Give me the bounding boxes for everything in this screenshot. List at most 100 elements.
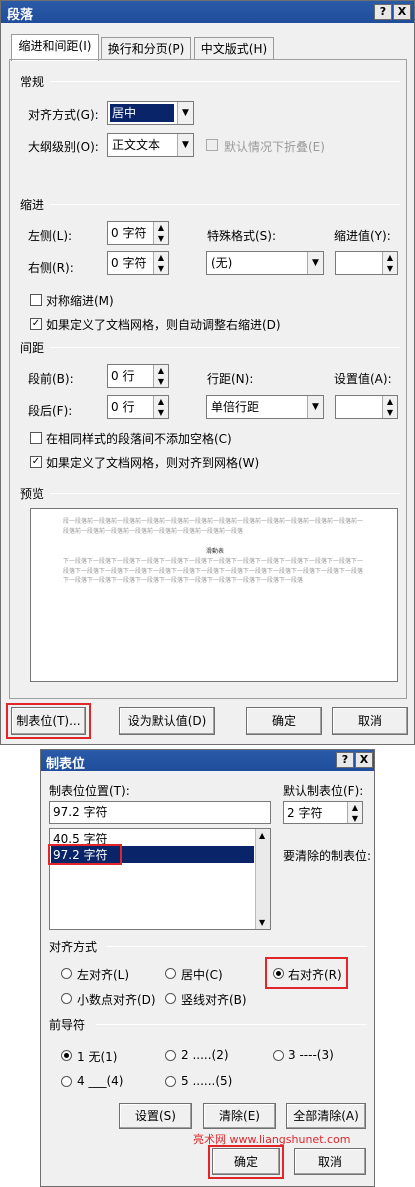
spin-up-icon[interactable]: ▲: [383, 252, 397, 263]
spin-down-icon[interactable]: ▼: [154, 407, 168, 418]
tabs-title: 制表位: [46, 757, 86, 772]
help-button[interactable]: ?: [374, 4, 392, 20]
leader-4-radio[interactable]: [61, 1076, 72, 1087]
section-general: 常规: [20, 75, 45, 89]
list-scrollbar[interactable]: ▲ ▼: [255, 829, 270, 929]
chevron-down-icon[interactable]: ▼: [177, 102, 193, 124]
section-indent: 缩进: [20, 198, 45, 212]
tab-asian-typography[interactable]: 中文版式(H): [194, 37, 274, 59]
set-button[interactable]: 设置(S): [119, 1103, 192, 1129]
spin-down-icon[interactable]: ▼: [383, 263, 397, 274]
spin-buttons[interactable]: ▲ ▼: [347, 802, 362, 823]
chevron-down-icon[interactable]: ▼: [307, 396, 323, 418]
leader-3-radio[interactable]: [273, 1050, 284, 1061]
chevron-down-icon[interactable]: ▼: [177, 134, 193, 156]
spacing-after-spinner[interactable]: 0 行 ▲ ▼: [107, 395, 169, 419]
outline-level-value: 正文文本: [112, 138, 161, 152]
spin-down-icon[interactable]: ▼: [348, 813, 362, 824]
align-right-label: 右对齐(R): [288, 968, 342, 982]
mirror-indent-label: 对称缩进(M): [46, 294, 114, 308]
spin-up-icon[interactable]: ▲: [154, 252, 168, 263]
paragraph-title: 段落: [7, 8, 34, 23]
align-decimal-radio[interactable]: [61, 993, 72, 1004]
tabs-button[interactable]: 制表位(T)...: [11, 707, 86, 735]
leader-5-radio[interactable]: [165, 1076, 176, 1087]
spin-buttons[interactable]: ▲ ▼: [382, 396, 397, 418]
tabs-title-bar: 制表位 ? X: [41, 750, 374, 772]
special-format-dropdown[interactable]: (无) ▼: [206, 251, 324, 275]
right-indent-label: 右侧(R):: [28, 261, 74, 275]
snap-grid-checkbox[interactable]: ✓: [30, 456, 42, 468]
tab-indent-spacing[interactable]: 缩进和间距(I): [11, 34, 99, 61]
spacing-before-spinner[interactable]: 0 行 ▲ ▼: [107, 364, 169, 388]
left-indent-spinner[interactable]: 0 字符 ▲ ▼: [107, 221, 169, 245]
chevron-down-icon[interactable]: ▼: [307, 252, 323, 274]
spin-up-icon[interactable]: ▲: [383, 396, 397, 407]
tab-panel: 常规 对齐方式(G): 居中 ▼ 大纲级别(O): 正文文本 ▼ 默认情况下折叠…: [9, 59, 407, 699]
line-spacing-value: 单倍行距: [211, 400, 260, 414]
tab-position-input[interactable]: 97.2 字符: [49, 801, 271, 824]
leader-4-label: 4 ___(4): [77, 1074, 124, 1088]
clear-button[interactable]: 清除(E): [203, 1103, 276, 1129]
at-spinner[interactable]: ▲ ▼: [335, 395, 398, 419]
spin-buttons[interactable]: ▲ ▼: [153, 365, 168, 387]
collapse-label: 默认情况下折叠(E): [224, 140, 325, 154]
cancel-button[interactable]: 取消: [332, 707, 408, 735]
leader-1-radio[interactable]: [61, 1050, 72, 1061]
spin-buttons[interactable]: ▲ ▼: [153, 222, 168, 244]
spacing-before-value: 0 行: [111, 369, 135, 383]
selected-item-highlight: [48, 844, 122, 865]
leader-5-label: 5 ......(5): [181, 1074, 233, 1088]
set-default-button[interactable]: 设为默认值(D): [119, 707, 215, 735]
align-center-radio[interactable]: [165, 968, 176, 979]
leader-1-label: 1 无(1): [77, 1050, 118, 1064]
default-tab-label: 默认制表位(F):: [283, 784, 364, 798]
spin-up-icon[interactable]: ▲: [154, 365, 168, 376]
spin-up-icon[interactable]: ▲: [154, 222, 168, 233]
align-left-radio[interactable]: [61, 968, 72, 979]
spin-up-icon[interactable]: ▲: [348, 802, 362, 813]
leader-2-radio[interactable]: [165, 1050, 176, 1061]
help-button[interactable]: ?: [336, 752, 354, 768]
left-indent-label: 左侧(L):: [28, 229, 73, 243]
spin-up-icon[interactable]: ▲: [154, 396, 168, 407]
mirror-indent-checkbox[interactable]: [30, 294, 42, 306]
align-bar-label: 竖线对齐(B): [181, 993, 247, 1007]
spin-down-icon[interactable]: ▼: [154, 263, 168, 274]
scroll-up-icon[interactable]: ▲: [259, 831, 265, 840]
spin-buttons[interactable]: ▲ ▼: [153, 396, 168, 418]
align-bar-radio[interactable]: [165, 993, 176, 1004]
line-spacing-dropdown[interactable]: 单倍行距 ▼: [206, 395, 324, 419]
spacing-before-label: 段前(B):: [28, 372, 74, 386]
spin-buttons[interactable]: ▲ ▼: [382, 252, 397, 274]
tab-position-label: 制表位位置(T):: [49, 784, 130, 798]
indent-by-spinner[interactable]: ▲ ▼: [335, 251, 398, 275]
close-button[interactable]: X: [355, 752, 373, 768]
alignment-dropdown[interactable]: 居中 ▼: [107, 101, 194, 125]
collapse-checkbox[interactable]: [206, 139, 218, 151]
divider: [50, 81, 400, 82]
paragraph-dialog: 段落 ? X 缩进和间距(I) 换行和分页(P) 中文版式(H) 常规 对齐方式…: [0, 0, 415, 745]
at-label: 设置值(A):: [334, 372, 392, 386]
leader-3-label: 3 ----(3): [288, 1048, 334, 1062]
tab-line-page-breaks[interactable]: 换行和分页(P): [101, 37, 191, 59]
scroll-down-icon[interactable]: ▼: [259, 918, 265, 927]
right-indent-value: 0 字符: [111, 256, 147, 270]
close-button[interactable]: X: [393, 4, 411, 20]
right-indent-spinner[interactable]: 0 字符 ▲ ▼: [107, 251, 169, 275]
alignment-value: 居中: [110, 104, 174, 122]
clear-all-button[interactable]: 全部清除(A): [286, 1103, 366, 1129]
spin-down-icon[interactable]: ▼: [383, 407, 397, 418]
special-format-label: 特殊格式(S):: [207, 229, 277, 243]
spin-down-icon[interactable]: ▼: [154, 376, 168, 387]
ok-button[interactable]: 确定: [212, 1148, 280, 1175]
cancel-button[interactable]: 取消: [294, 1148, 366, 1175]
spin-buttons[interactable]: ▲ ▼: [153, 252, 168, 274]
spin-down-icon[interactable]: ▼: [154, 233, 168, 244]
outline-level-dropdown[interactable]: 正文文本 ▼: [107, 133, 194, 157]
auto-adjust-checkbox[interactable]: ✓: [30, 318, 42, 330]
align-right-radio[interactable]: [273, 968, 284, 979]
no-space-checkbox[interactable]: [30, 432, 42, 444]
default-tab-spinner[interactable]: 2 字符 ▲ ▼: [283, 801, 363, 824]
ok-button[interactable]: 确定: [246, 707, 322, 735]
